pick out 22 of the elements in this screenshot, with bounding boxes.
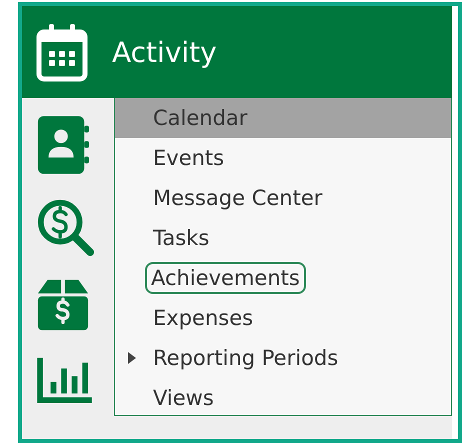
menu-item[interactable]: Views bbox=[115, 378, 451, 418]
dollar-box-icon[interactable] bbox=[36, 278, 90, 332]
menu-item-label: Reporting Periods bbox=[152, 345, 340, 372]
menu-item[interactable]: Message Center bbox=[115, 178, 451, 218]
menu-item[interactable]: Events bbox=[115, 138, 451, 178]
bar-chart-icon[interactable] bbox=[36, 356, 94, 404]
menu-item-label: Tasks bbox=[152, 225, 210, 252]
menu-item[interactable]: Expenses bbox=[115, 298, 451, 338]
contact-book-icon[interactable] bbox=[36, 114, 90, 176]
menu-item-label: Views bbox=[152, 385, 215, 412]
menu-item-label: Calendar bbox=[152, 105, 248, 132]
menu-item[interactable]: Achievements bbox=[115, 258, 451, 298]
menu-item[interactable]: Reporting Periods bbox=[115, 338, 451, 378]
header-title: Activity bbox=[112, 36, 217, 68]
menu-item-label: Message Center bbox=[152, 185, 324, 212]
calendar-icon bbox=[36, 22, 88, 82]
menu-item[interactable]: Calendar bbox=[115, 98, 451, 138]
menu-item[interactable]: Tasks bbox=[115, 218, 451, 258]
menu-item-label: Achievements bbox=[145, 262, 306, 294]
menu-item-label: Expenses bbox=[152, 305, 254, 332]
dollar-magnifier-icon[interactable] bbox=[36, 198, 96, 258]
menu-item-label: Events bbox=[152, 145, 226, 172]
